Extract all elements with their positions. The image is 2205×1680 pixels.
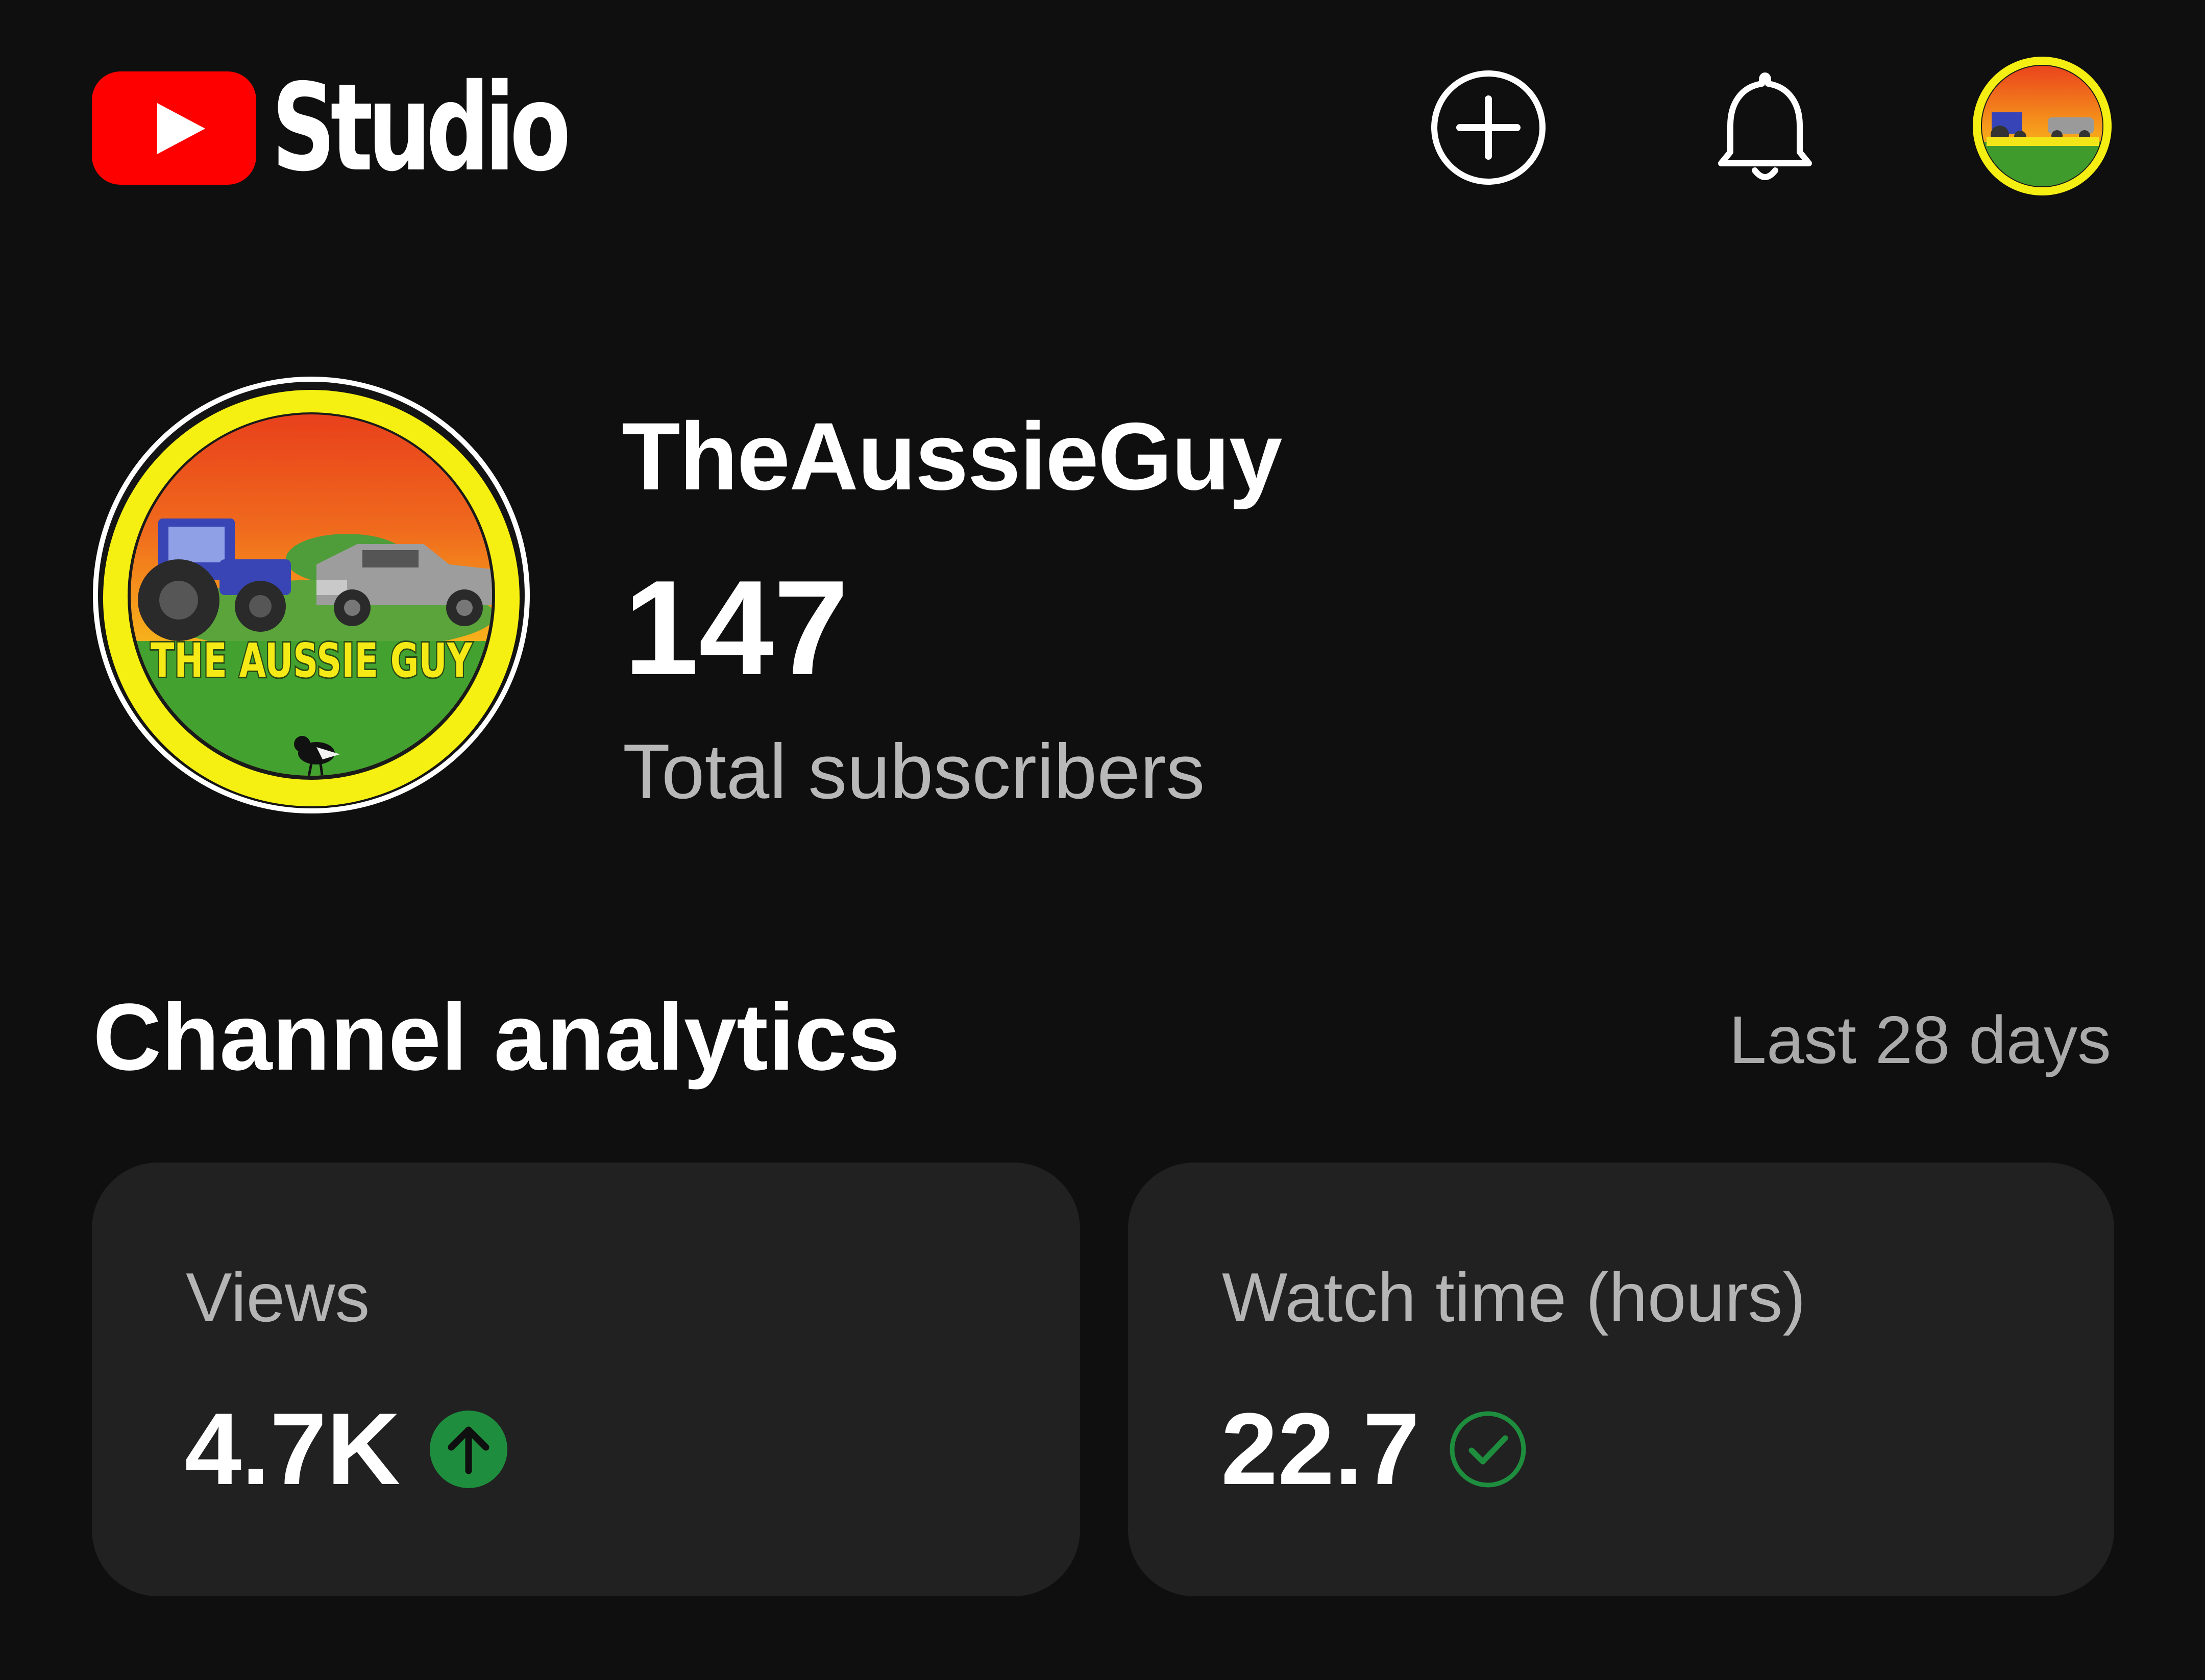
- notifications-button[interactable]: [1704, 66, 1826, 189]
- card-label: Watch time (hours): [1222, 1258, 1806, 1336]
- arrow-up-circle-icon: [429, 1410, 508, 1489]
- views-value: 4.7K: [185, 1392, 401, 1506]
- channel-name: TheAussieGuy: [622, 403, 1282, 510]
- subscriber-label: Total subscribers: [623, 728, 1205, 815]
- date-range-label[interactable]: Last 28 days: [1729, 1006, 2112, 1074]
- card-label: Views: [186, 1258, 370, 1336]
- views-card[interactable]: Views 4.7K: [92, 1163, 1080, 1596]
- create-button[interactable]: [1427, 66, 1550, 189]
- channel-summary: THE AUSSIE GUY TheAussieGuy 147 Total su…: [0, 357, 2205, 842]
- subscriber-count: 147: [624, 552, 849, 703]
- account-avatar[interactable]: [1971, 55, 2113, 197]
- app-name: Studio: [272, 58, 571, 198]
- youtube-play-icon: [92, 71, 256, 185]
- analytics-title: Channel analytics: [93, 984, 900, 1090]
- youtube-studio-logo[interactable]: Studio: [92, 58, 669, 198]
- card-value-row: 22.7: [1221, 1393, 1528, 1505]
- watch-time-card[interactable]: Watch time (hours) 22.7: [1128, 1163, 2114, 1596]
- check-circle-icon: [1448, 1410, 1528, 1489]
- channel-avatar[interactable]: THE AUSSIE GUY: [92, 376, 531, 814]
- channel-logo-text: THE AUSSIE GUY: [151, 633, 473, 688]
- card-value-row: 4.7K: [185, 1393, 508, 1505]
- watch-time-value: 22.7: [1221, 1392, 1420, 1506]
- add-circle-icon: [1431, 70, 1546, 185]
- channel-logo-small-icon: [1973, 57, 2112, 195]
- top-app-bar: Studio: [0, 0, 2205, 260]
- channel-logo-icon: THE AUSSIE GUY: [93, 377, 530, 813]
- bell-icon: [1718, 72, 1812, 180]
